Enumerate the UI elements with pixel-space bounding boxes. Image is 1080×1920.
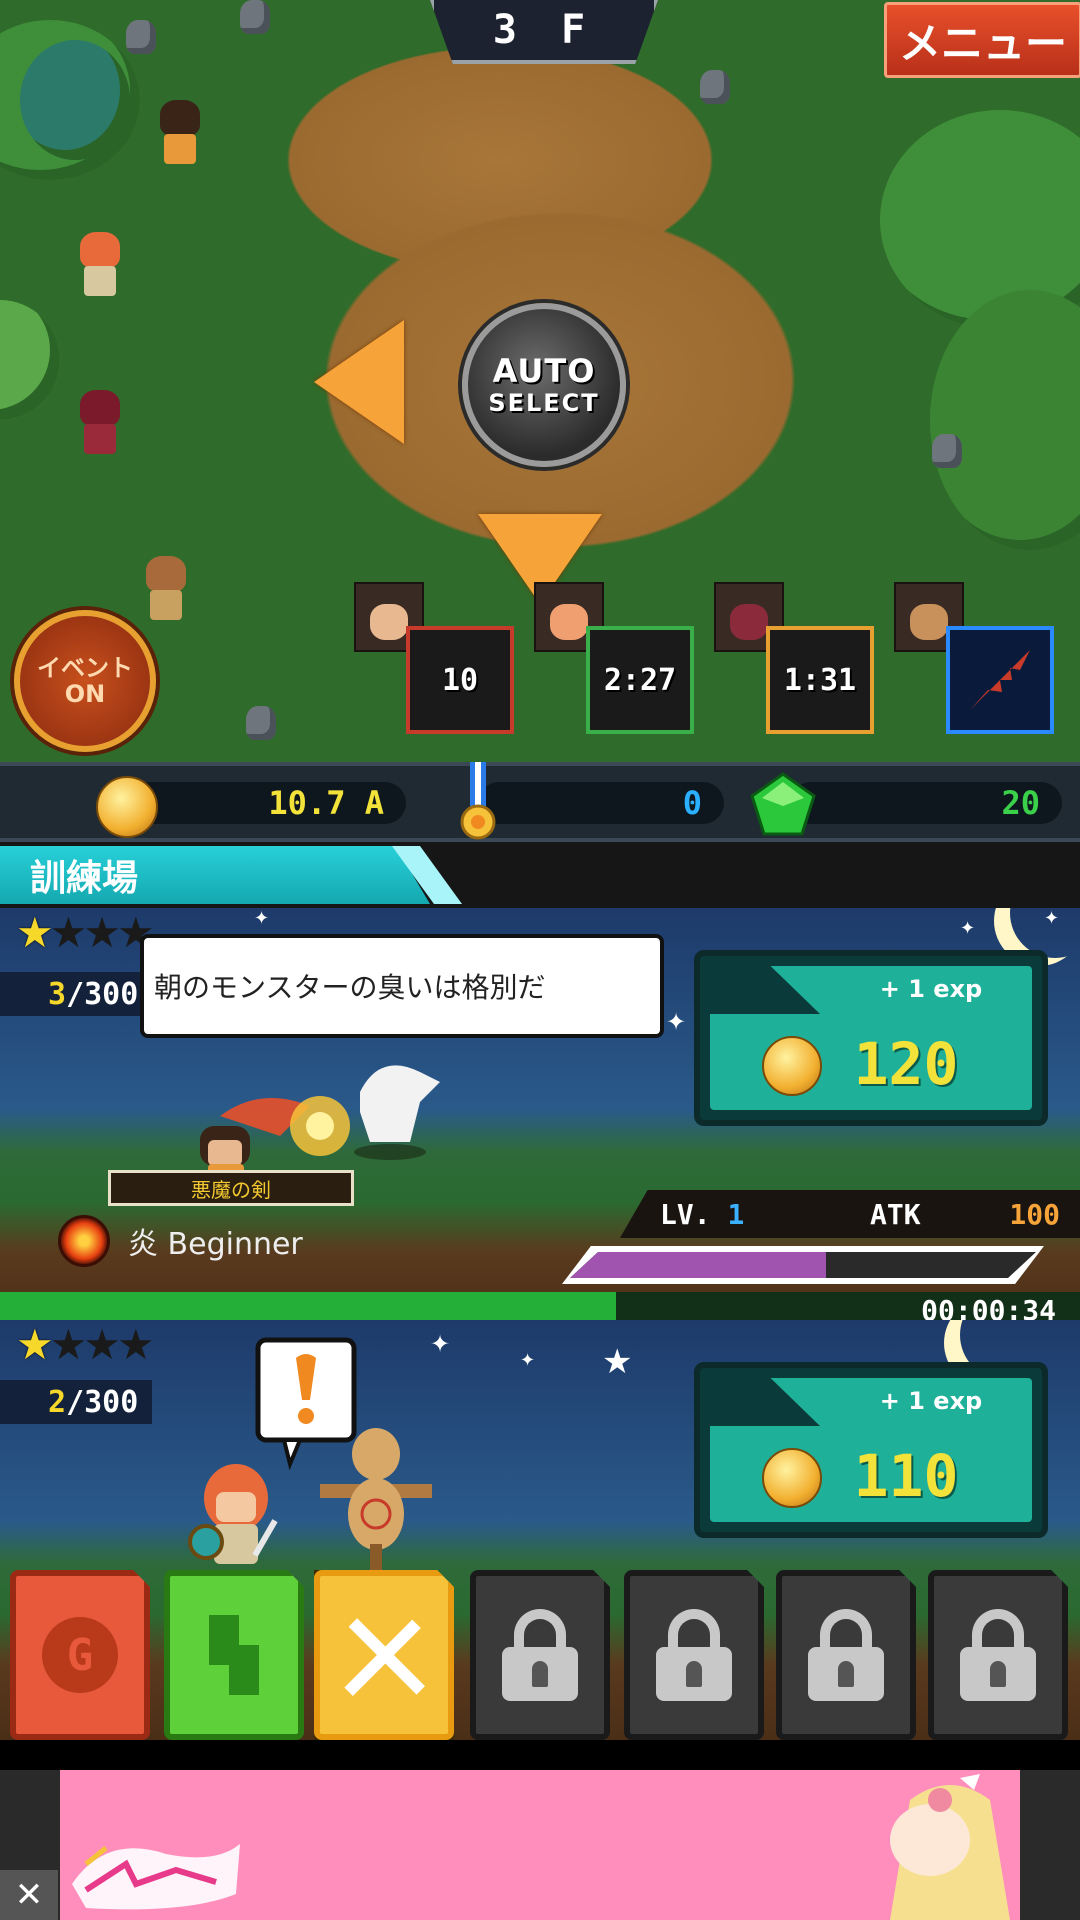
rock (246, 706, 276, 740)
skill-slot-3[interactable]: 1:31 (766, 626, 874, 734)
sky-star: ★ (602, 1342, 633, 1382)
lock-icon (656, 1609, 732, 1701)
menu-button[interactable]: メニュー (884, 2, 1080, 78)
level-display: LV. 1 (660, 1198, 744, 1231)
atk-value: 100 (1009, 1198, 1060, 1231)
star-rating: ★★★★ (16, 1320, 155, 1369)
medal-amount: 0 (478, 782, 724, 824)
hero-elf[interactable] (70, 232, 130, 302)
train-count-max: /300 (66, 976, 139, 1012)
level-atk-panel: LV. 1 ATK 100 (620, 1190, 1080, 1238)
skill-slot-1[interactable]: 10 (406, 626, 514, 734)
fire-element-icon (58, 1215, 110, 1267)
lock-icon (960, 1609, 1036, 1701)
medal-icon (460, 762, 496, 840)
weapon-label: 悪魔の剣 (108, 1170, 354, 1206)
hero-mage[interactable] (70, 390, 130, 460)
rock (240, 0, 270, 34)
skill-slot-4[interactable] (946, 626, 1054, 734)
currency-bar: 10.7 A 0 20 (0, 762, 1080, 842)
event-state: ON (64, 680, 106, 708)
ad-area: ✕ (0, 1770, 1080, 1920)
tree (20, 40, 130, 160)
star-rating: ★★★★ (16, 908, 155, 957)
element-rank: 炎 Beginner (58, 1215, 303, 1267)
xp-bar (562, 1246, 1044, 1284)
ghost-monster-sprite (354, 1065, 440, 1160)
left-arrow-icon[interactable] (314, 320, 404, 444)
skill-slot-2[interactable]: 2:27 (586, 626, 694, 734)
training-slot-1[interactable]: ✦ ✦ ✦ ✦ ★★★★ 3/300 朝のモンスターの臭いは格別だ 悪魔の剣 炎… (0, 908, 1080, 1328)
sky-star: ✦ (960, 918, 976, 939)
locked-tab-3[interactable] (776, 1570, 916, 1740)
reward-button[interactable]: + 1 exp 110 (694, 1362, 1048, 1538)
section-header: 訓練場 (0, 842, 1080, 908)
hero-warrior[interactable] (150, 100, 210, 170)
rock (700, 70, 730, 104)
ad-banner[interactable] (60, 1770, 1020, 1920)
game-field: 3 F メニュー AUTO SELECT イベント ON 10 2:27 1:3… (0, 0, 1080, 762)
auto-select-label: AUTO (492, 352, 596, 390)
locked-tab-1[interactable] (470, 1570, 610, 1740)
gold-g-icon: G (42, 1617, 118, 1693)
event-toggle-button[interactable]: イベント ON (14, 610, 156, 752)
sky-star: ✦ (520, 1350, 536, 1371)
green-path-icon (209, 1615, 259, 1695)
rank-label: 炎 Beginner (128, 1227, 303, 1262)
gem-amount: 20 (790, 782, 1062, 824)
sky-star: ✦ (430, 1330, 451, 1358)
event-label: イベント (37, 653, 133, 682)
ad-princess-illustration (890, 1774, 1010, 1920)
ad-close-button[interactable]: ✕ (0, 1870, 58, 1920)
exp-gain: + 1 exp (879, 1387, 983, 1415)
auto-select-label-2: SELECT (488, 389, 600, 417)
auto-select-button[interactable]: AUTO SELECT (462, 303, 626, 467)
xp-bar-fill (570, 1252, 827, 1278)
section-title: 訓練場 (0, 846, 430, 904)
feather-icon (970, 650, 1030, 710)
sky-star: ✦ (254, 908, 270, 929)
tree (0, 300, 60, 420)
reward-button[interactable]: + 1 exp 120 (694, 950, 1048, 1126)
tree (930, 290, 1080, 550)
hero-viking[interactable] (136, 556, 196, 626)
exp-gain: + 1 exp (879, 975, 983, 1003)
train-count: 3/300 (0, 972, 142, 1016)
rock (932, 434, 962, 468)
green-tab[interactable] (164, 1570, 304, 1740)
ad-logo (72, 1844, 240, 1910)
gem-icon (750, 772, 816, 836)
crossed-swords-icon (344, 1618, 426, 1697)
gold-tab-symbol: G (67, 1630, 94, 1681)
speech-bubble: 朝のモンスターの臭いは格別だ (140, 934, 664, 1038)
lock-icon (808, 1609, 884, 1701)
lock-icon (502, 1609, 578, 1701)
atk-label: ATK (870, 1198, 921, 1231)
level-value: 1 (727, 1198, 745, 1231)
train-count-value: 2 (48, 1384, 67, 1420)
locked-tab-2[interactable] (624, 1570, 764, 1740)
sky-star: ✦ (666, 1008, 687, 1036)
locked-tab-4[interactable] (928, 1570, 1068, 1740)
bottom-tab-bar: G (0, 1560, 1080, 1770)
gold-tab[interactable]: G (10, 1570, 150, 1740)
rock (126, 20, 156, 54)
floor-indicator: 3 F (430, 0, 658, 64)
gold-coin-icon (96, 776, 158, 838)
train-count-max: /300 (66, 1384, 139, 1420)
level-label: LV. (660, 1198, 711, 1231)
reward-amount: 110 (853, 1442, 959, 1510)
battle-tab[interactable] (314, 1570, 454, 1740)
train-count-value: 3 (48, 976, 67, 1012)
reward-amount: 120 (853, 1030, 959, 1098)
train-count: 2/300 (0, 1380, 152, 1424)
